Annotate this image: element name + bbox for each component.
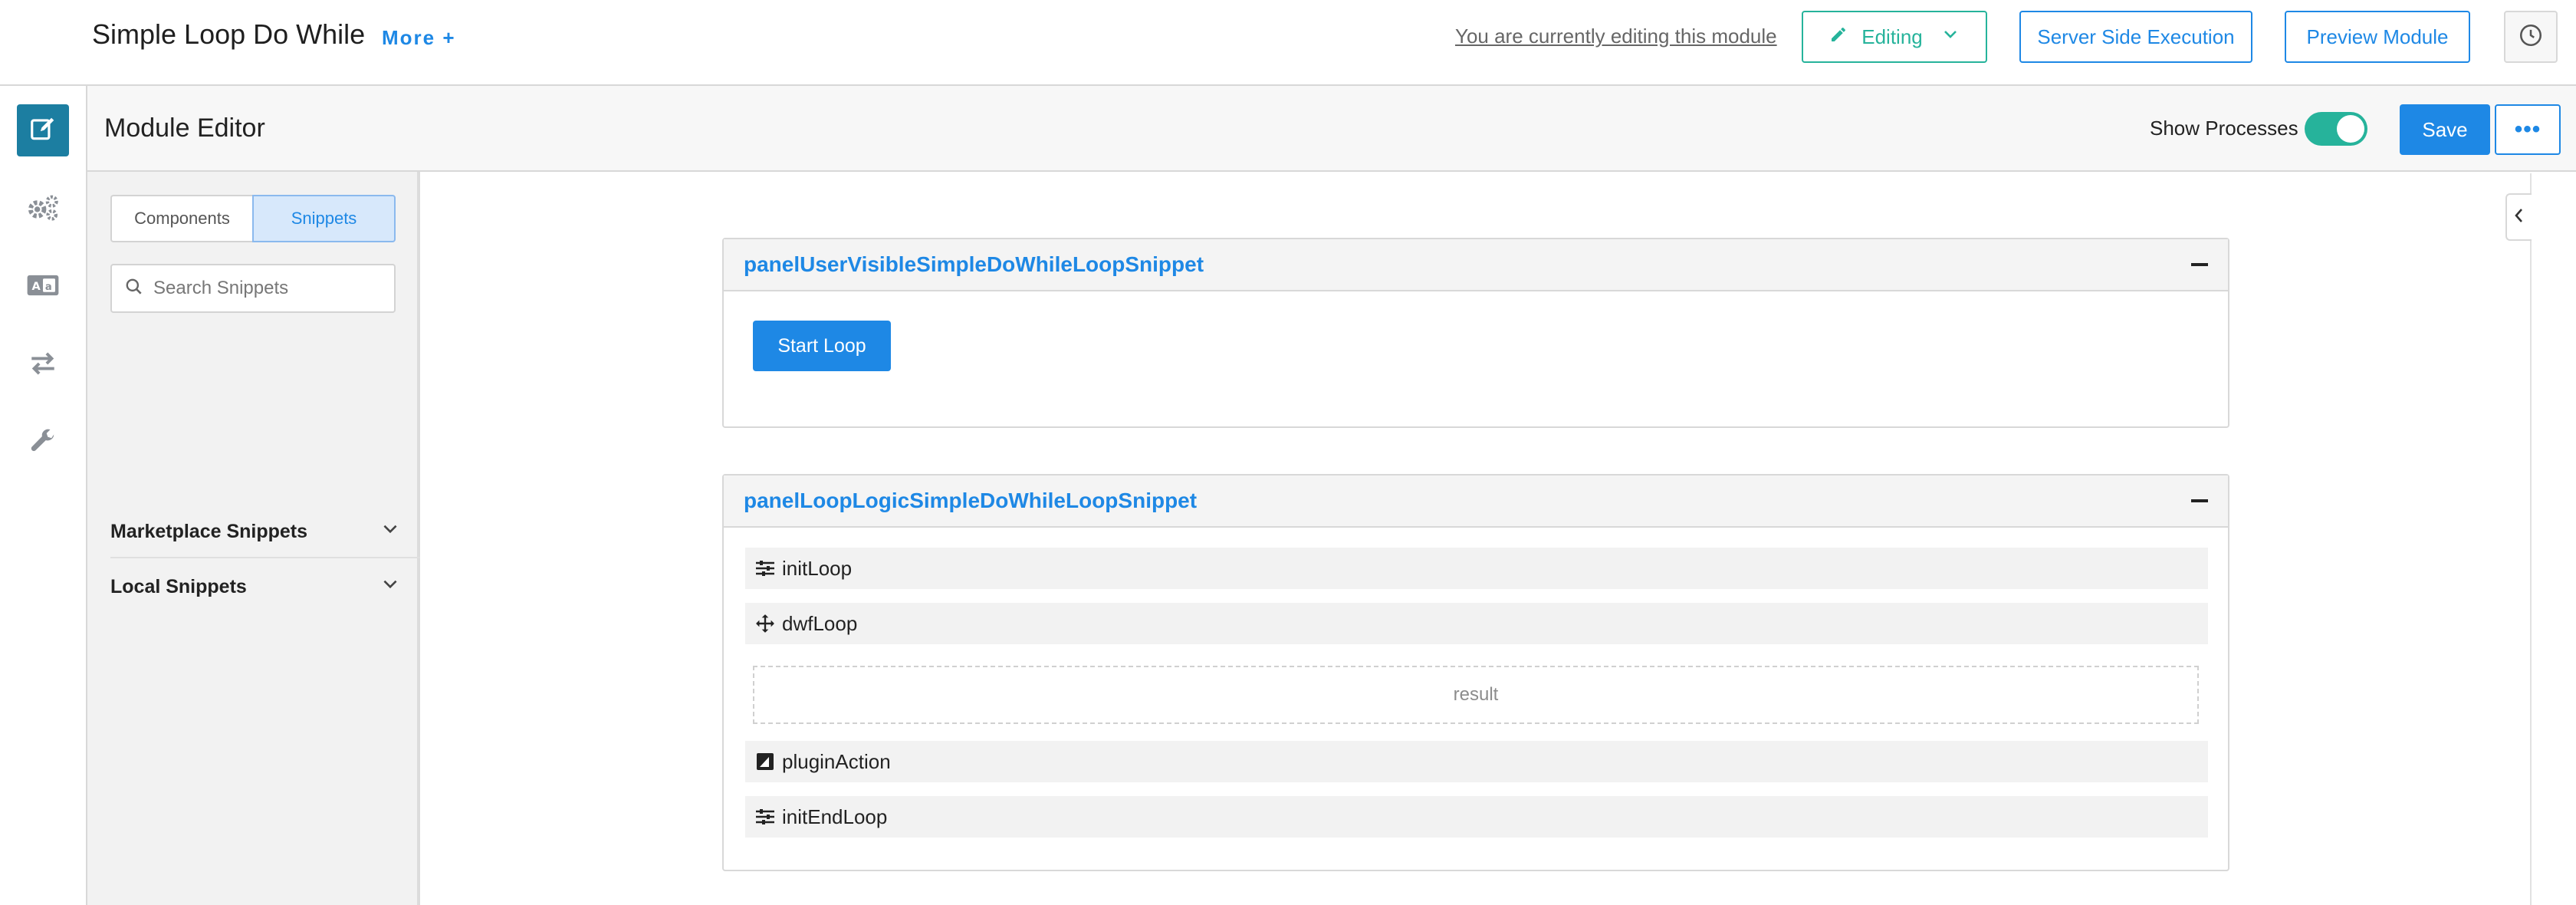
editing-status-link[interactable]: You are currently editing this module [1455,25,1777,48]
right-panel-divider [2530,173,2532,905]
search-box [110,264,396,313]
process-row-pluginaction[interactable]: pluginAction [745,741,2208,782]
chevron-down-icon [1941,25,1960,49]
collapse-minus-icon[interactable] [2191,499,2208,502]
more-link[interactable]: More + [382,26,456,50]
server-side-execution-button[interactable]: Server Side Execution [2019,11,2252,63]
rail-settings-button[interactable] [17,183,69,235]
result-dropzone[interactable]: result [753,666,2199,724]
panel-header: panelUserVisibleSimpleDoWhileLoopSnippet [724,239,2228,291]
panel-header: panelLoopLogicSimpleDoWhileLoopSnippet [724,476,2228,528]
module-title: Simple Loop Do While [92,18,366,50]
search-input[interactable] [153,278,383,299]
preview-module-button[interactable]: Preview Module [2285,11,2470,63]
tab-components[interactable]: Components [110,195,252,242]
gears-icon [26,192,60,226]
collapse-minus-icon[interactable] [2191,263,2208,266]
panel-title[interactable]: panelLoopLogicSimpleDoWhileLoopSnippet [744,489,1197,513]
panel-user-visible[interactable]: panelUserVisibleSimpleDoWhileLoopSnippet… [722,238,2229,428]
panel-title[interactable]: panelUserVisibleSimpleDoWhileLoopSnippet [744,252,1204,277]
accordion-marketplace-snippets[interactable]: Marketplace Snippets [110,505,420,558]
snippets-sidebar: Components Snippets Marketplace Snippets… [87,172,420,905]
rail-tools-button[interactable] [17,417,69,469]
editing-label: Editing [1861,25,1923,48]
rail-edit-button[interactable] [17,104,69,156]
edit-icon [28,114,58,147]
process-row-dwfloop[interactable]: dwfLoop [745,603,2208,644]
wrench-icon [28,427,58,460]
show-processes-toggle[interactable] [2305,112,2367,146]
row-label: initEndLoop [782,805,888,828]
id-card-icon: Aa [26,273,60,301]
editing-dropdown-button[interactable]: Editing [1802,11,1987,63]
left-rail: Aa [0,86,87,905]
editor-header: Module Editor Show Processes Save ••• [87,86,2576,172]
page-title: Module Editor [104,114,265,143]
save-button[interactable]: Save [2400,104,2490,155]
process-row-initloop[interactable]: initLoop [745,548,2208,589]
row-label: initLoop [782,556,853,580]
pencil-icon [1829,25,1848,49]
search-icon [124,277,144,301]
sliders-icon [754,806,776,828]
chevron-left-icon [2512,206,2527,229]
top-bar: Simple Loop Do While More + You are curr… [0,0,2576,86]
chevron-down-icon [380,574,400,600]
toggle-knob [2337,115,2364,143]
history-button[interactable] [2504,11,2558,63]
collapse-panel-button[interactable] [2505,193,2532,241]
accordion-label: Marketplace Snippets [110,520,308,542]
svg-text:a: a [45,281,52,292]
svg-text:A: A [31,280,41,292]
process-row-initendloop[interactable]: initEndLoop [745,796,2208,838]
more-actions-button[interactable]: ••• [2495,104,2561,155]
row-label: pluginAction [782,749,891,773]
transfer-arrows-icon [28,350,58,381]
chevron-down-icon [380,519,400,545]
clock-icon [2518,22,2544,52]
move-arrows-icon [754,613,776,634]
sidebar-tabs: Components Snippets [110,195,396,242]
tab-snippets[interactable]: Snippets [252,195,396,242]
accordion-label: Local Snippets [110,575,247,597]
start-loop-button[interactable]: Start Loop [753,321,891,371]
row-label: dwfLoop [782,611,858,635]
accordion-divider [110,557,420,558]
sliders-icon [754,558,776,579]
show-processes-label: Show Processes [2150,117,2298,140]
rail-data-exchange-button[interactable] [17,339,69,391]
rail-translations-button[interactable]: Aa [17,261,69,313]
accordion-local-snippets[interactable]: Local Snippets [110,560,420,614]
panel-loop-logic[interactable]: panelLoopLogicSimpleDoWhileLoopSnippet i… [722,474,2229,871]
plugin-icon [754,751,776,772]
